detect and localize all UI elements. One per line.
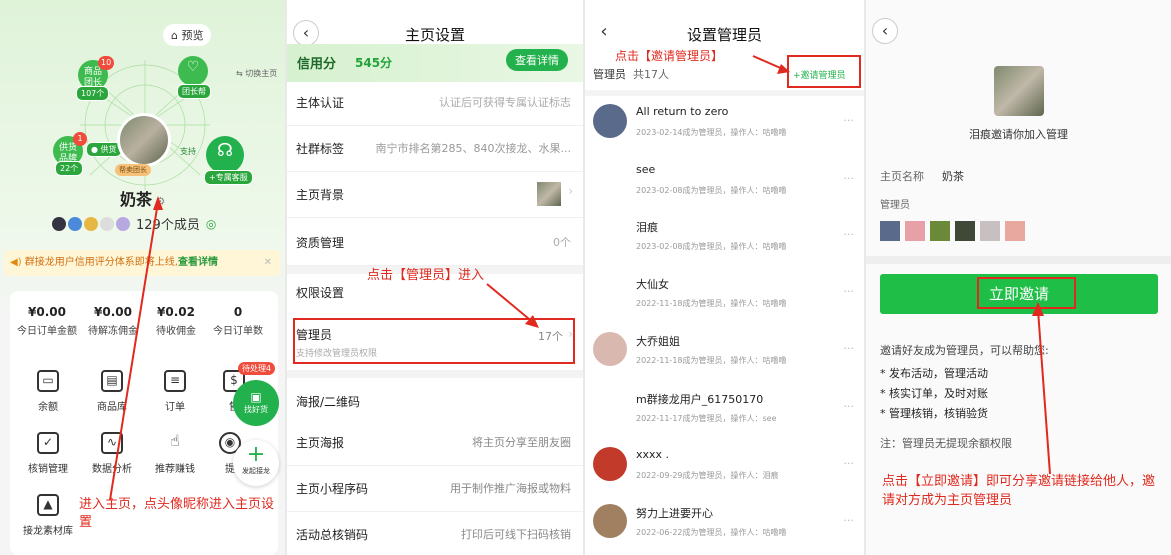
highlight-admins xyxy=(293,318,575,364)
list-item[interactable]: 大乔姐姐 2022-11-18成为管理员，操作人：咕噜噜 ··· xyxy=(585,322,864,379)
more-icon[interactable]: ··· xyxy=(844,228,855,241)
avatar xyxy=(593,332,627,366)
admin-count: 管理员 共17人 xyxy=(593,68,669,81)
annotation-step4: 点击【立即邀请】即可分享邀请链接给他人，邀请对方成为主页管理员 xyxy=(882,474,1156,508)
row-miniprogram-code[interactable]: 主页小程序码 用于制作推广海报或物料 xyxy=(287,464,583,512)
list-item[interactable]: All return to zero 2023-02-14成为管理员，操作人：咕噜… xyxy=(585,94,864,151)
divider xyxy=(287,370,583,378)
poster-section-title: 海报/二维码 xyxy=(296,395,361,409)
admin-list-panel: ‹ 设置管理员 点击【邀请管理员】 管理员 共17人 +邀请管理员 All re… xyxy=(585,0,864,555)
list-item[interactable]: xxxx . 2022-09-29成为管理员，操作人：泪痕 ··· xyxy=(585,437,864,494)
avatar xyxy=(593,504,627,538)
invite-panel: ‹ 泪痕邀请你加入管理 主页名称 奶茶 管理员 立即邀请 邀请好友成为管理员，可… xyxy=(866,0,1171,555)
list-item[interactable]: 努力上进要开心 2022-06-22成为管理员，操作人：咕噜噜 ··· xyxy=(585,494,864,551)
more-icon[interactable]: ··· xyxy=(844,400,855,413)
more-icon[interactable]: ··· xyxy=(844,457,855,470)
home-settings-panel: ‹ 主页设置 信用分 545分 查看详情 主体认证 认证后可获得专属认证标志 社群… xyxy=(287,0,583,555)
more-icon[interactable]: ··· xyxy=(844,172,855,185)
list-item[interactable]: see 2023-02-08成为管理员，操作人：咕噜噜 ··· xyxy=(585,152,864,209)
more-icon[interactable]: ··· xyxy=(844,342,855,355)
highlight-invite xyxy=(787,55,861,88)
more-icon[interactable]: ··· xyxy=(844,114,855,127)
list-item[interactable]: m群接龙用户_61750170 2022-11-17成为管理员，操作人：see ··… xyxy=(585,380,864,437)
homepage-panel: ⌂ 预览 ⇆ 切换主页 商品 团长 10 107个 ♡ 团长帮 供货 品牌 1 22… xyxy=(0,0,285,555)
more-icon[interactable]: ··· xyxy=(844,514,855,527)
list-item[interactable]: 大仙女 2022-11-18成为管理员，操作人：咕噜噜 ··· xyxy=(585,265,864,322)
more-icon[interactable]: ··· xyxy=(844,285,855,298)
avatar xyxy=(593,447,627,481)
annotation-arrow xyxy=(109,196,163,501)
row-verify-code[interactable]: 活动总核销码 打印后可线下扫码核销 xyxy=(287,510,583,555)
row-home-poster[interactable]: 主页海报 将主页分享至朋友圈 xyxy=(287,418,583,466)
list-item[interactable]: 泪痕 2023-02-08成为管理员，操作人：咕噜噜 ··· xyxy=(585,208,864,265)
avatar xyxy=(593,104,627,138)
